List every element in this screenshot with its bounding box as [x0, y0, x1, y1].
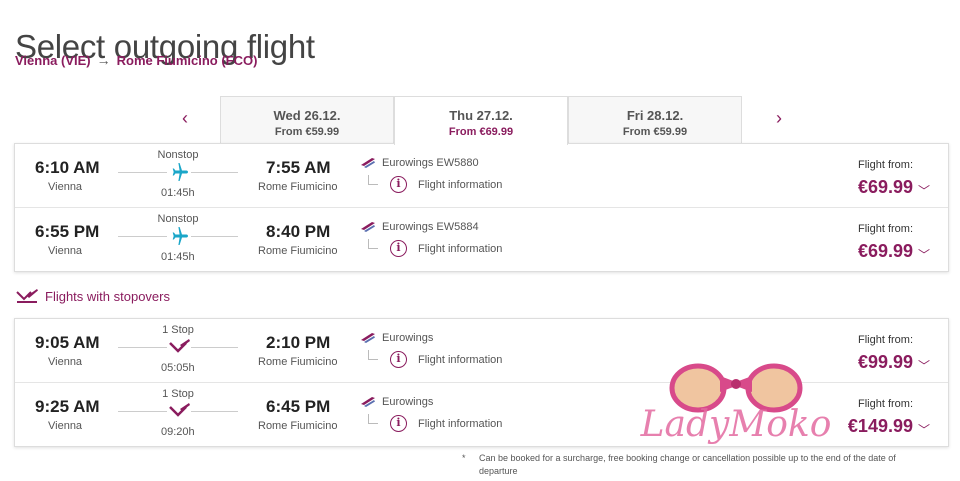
stopover-plane-icon: [167, 399, 191, 423]
stopover-plane-icon: [16, 289, 38, 303]
flight-row[interactable]: 6:10 AM Vienna Nonstop 01:45h 7:55 AM Ro…: [15, 144, 948, 208]
departure-time: 6:10 AM: [35, 158, 100, 177]
flight-row[interactable]: 6:55 PM Vienna Nonstop 01:45h 8:40 PM Ro…: [15, 208, 948, 271]
eurowings-logo-icon: [361, 158, 375, 168]
date-tab-date: Thu 27.12.: [449, 108, 513, 123]
date-tab-2[interactable]: Fri 28.12. From €59.99: [568, 96, 742, 143]
flight-price[interactable]: €69.99: [858, 177, 913, 198]
info-icon[interactable]: i: [390, 415, 407, 432]
airline-name: Eurowings: [382, 396, 434, 408]
chevron-down-icon[interactable]: ﹀: [918, 357, 930, 374]
flight-duration: 01:45h: [161, 187, 195, 199]
departure-city: Vienna: [48, 356, 83, 368]
price-label: Flight from:: [857, 223, 913, 235]
arrival-city: Rome Fiumicino: [258, 181, 338, 193]
price-label: Flight from:: [857, 159, 913, 171]
stopovers-heading-text: Flights with stopovers: [45, 288, 170, 304]
flight-duration: 01:45h: [161, 251, 195, 263]
flight-price[interactable]: €99.99: [858, 352, 913, 373]
flight-duration: 09:20h: [161, 426, 195, 438]
airline-name: Eurowings EW5880: [382, 157, 479, 169]
departure-time: 9:05 AM: [35, 333, 100, 352]
footnote: * Can be booked for a surcharge, free bo…: [462, 452, 932, 478]
eurowings-logo-icon: [361, 333, 375, 343]
origin-label: Vienna (VIE): [15, 52, 91, 68]
info-icon[interactable]: i: [390, 240, 407, 257]
route-breadcrumb: Vienna (VIE) → Rome Fiumicino (FCO): [15, 52, 257, 68]
airline-name: Eurowings EW5884: [382, 221, 479, 233]
arrow-right-icon: →: [96, 52, 111, 68]
eurowings-logo-icon: [361, 397, 375, 407]
direct-flights-card: 6:10 AM Vienna Nonstop 01:45h 7:55 AM Ro…: [14, 143, 949, 272]
arrival-city: Rome Fiumicino: [258, 245, 338, 257]
svg-text:LadyMoko: LadyMoko: [640, 404, 832, 445]
arrival-city: Rome Fiumicino: [258, 420, 338, 432]
departure-time: 6:55 PM: [35, 222, 100, 241]
date-tab-date: Wed 26.12.: [273, 108, 341, 123]
airplane-icon: [167, 224, 191, 248]
chevron-down-icon[interactable]: ﹀: [918, 182, 930, 199]
arrival-city: Rome Fiumicino: [258, 356, 338, 368]
stopovers-heading: Flights with stopovers: [15, 288, 170, 304]
info-icon[interactable]: i: [390, 351, 407, 368]
flight-price[interactable]: €149.99: [848, 416, 913, 437]
airline-name: Eurowings: [382, 332, 434, 344]
price-label: Flight from:: [857, 398, 913, 410]
arrival-time: 7:55 AM: [266, 158, 331, 177]
date-tab-price: From €59.99: [274, 126, 340, 138]
ladymoko-watermark-logo: LadyMoko: [640, 363, 832, 445]
info-icon[interactable]: i: [390, 176, 407, 193]
flight-information-link[interactable]: Flight information: [418, 354, 502, 366]
departure-city: Vienna: [48, 245, 83, 257]
departure-time: 9:25 AM: [35, 397, 100, 416]
arrival-time: 2:10 PM: [266, 333, 331, 352]
connector-line: [368, 175, 378, 185]
date-tab-1[interactable]: Thu 27.12. From €69.99: [394, 96, 568, 145]
departure-city: Vienna: [48, 181, 83, 193]
footnote-mark: *: [462, 453, 466, 463]
price-label: Flight from:: [857, 334, 913, 346]
departure-city: Vienna: [48, 420, 83, 432]
destination-label: Rome Fiumicino (FCO): [116, 52, 258, 68]
stopover-plane-icon: [167, 335, 191, 359]
next-date-button[interactable]: ›: [769, 108, 789, 129]
chevron-down-icon[interactable]: ﹀: [918, 246, 930, 263]
date-tab-price: From €69.99: [448, 126, 514, 138]
chevron-down-icon[interactable]: ﹀: [918, 421, 930, 438]
connector-line: [368, 239, 378, 249]
previous-date-button[interactable]: ‹: [175, 108, 195, 129]
eurowings-logo-icon: [361, 222, 375, 232]
flight-information-link[interactable]: Flight information: [418, 179, 502, 191]
date-tab-date: Fri 28.12.: [626, 108, 684, 123]
airplane-icon: [167, 160, 191, 184]
footnote-text: Can be booked for a surcharge, free book…: [479, 453, 896, 476]
flight-information-link[interactable]: Flight information: [418, 418, 502, 430]
arrival-time: 6:45 PM: [266, 397, 331, 416]
date-tab-price: From €59.99: [622, 126, 688, 138]
flight-price[interactable]: €69.99: [858, 241, 913, 262]
flight-information-link[interactable]: Flight information: [418, 243, 502, 255]
date-tab-0[interactable]: Wed 26.12. From €59.99: [220, 96, 394, 143]
flight-duration: 05:05h: [161, 362, 195, 374]
connector-line: [368, 414, 378, 424]
connector-line: [368, 350, 378, 360]
arrival-time: 8:40 PM: [266, 222, 331, 241]
